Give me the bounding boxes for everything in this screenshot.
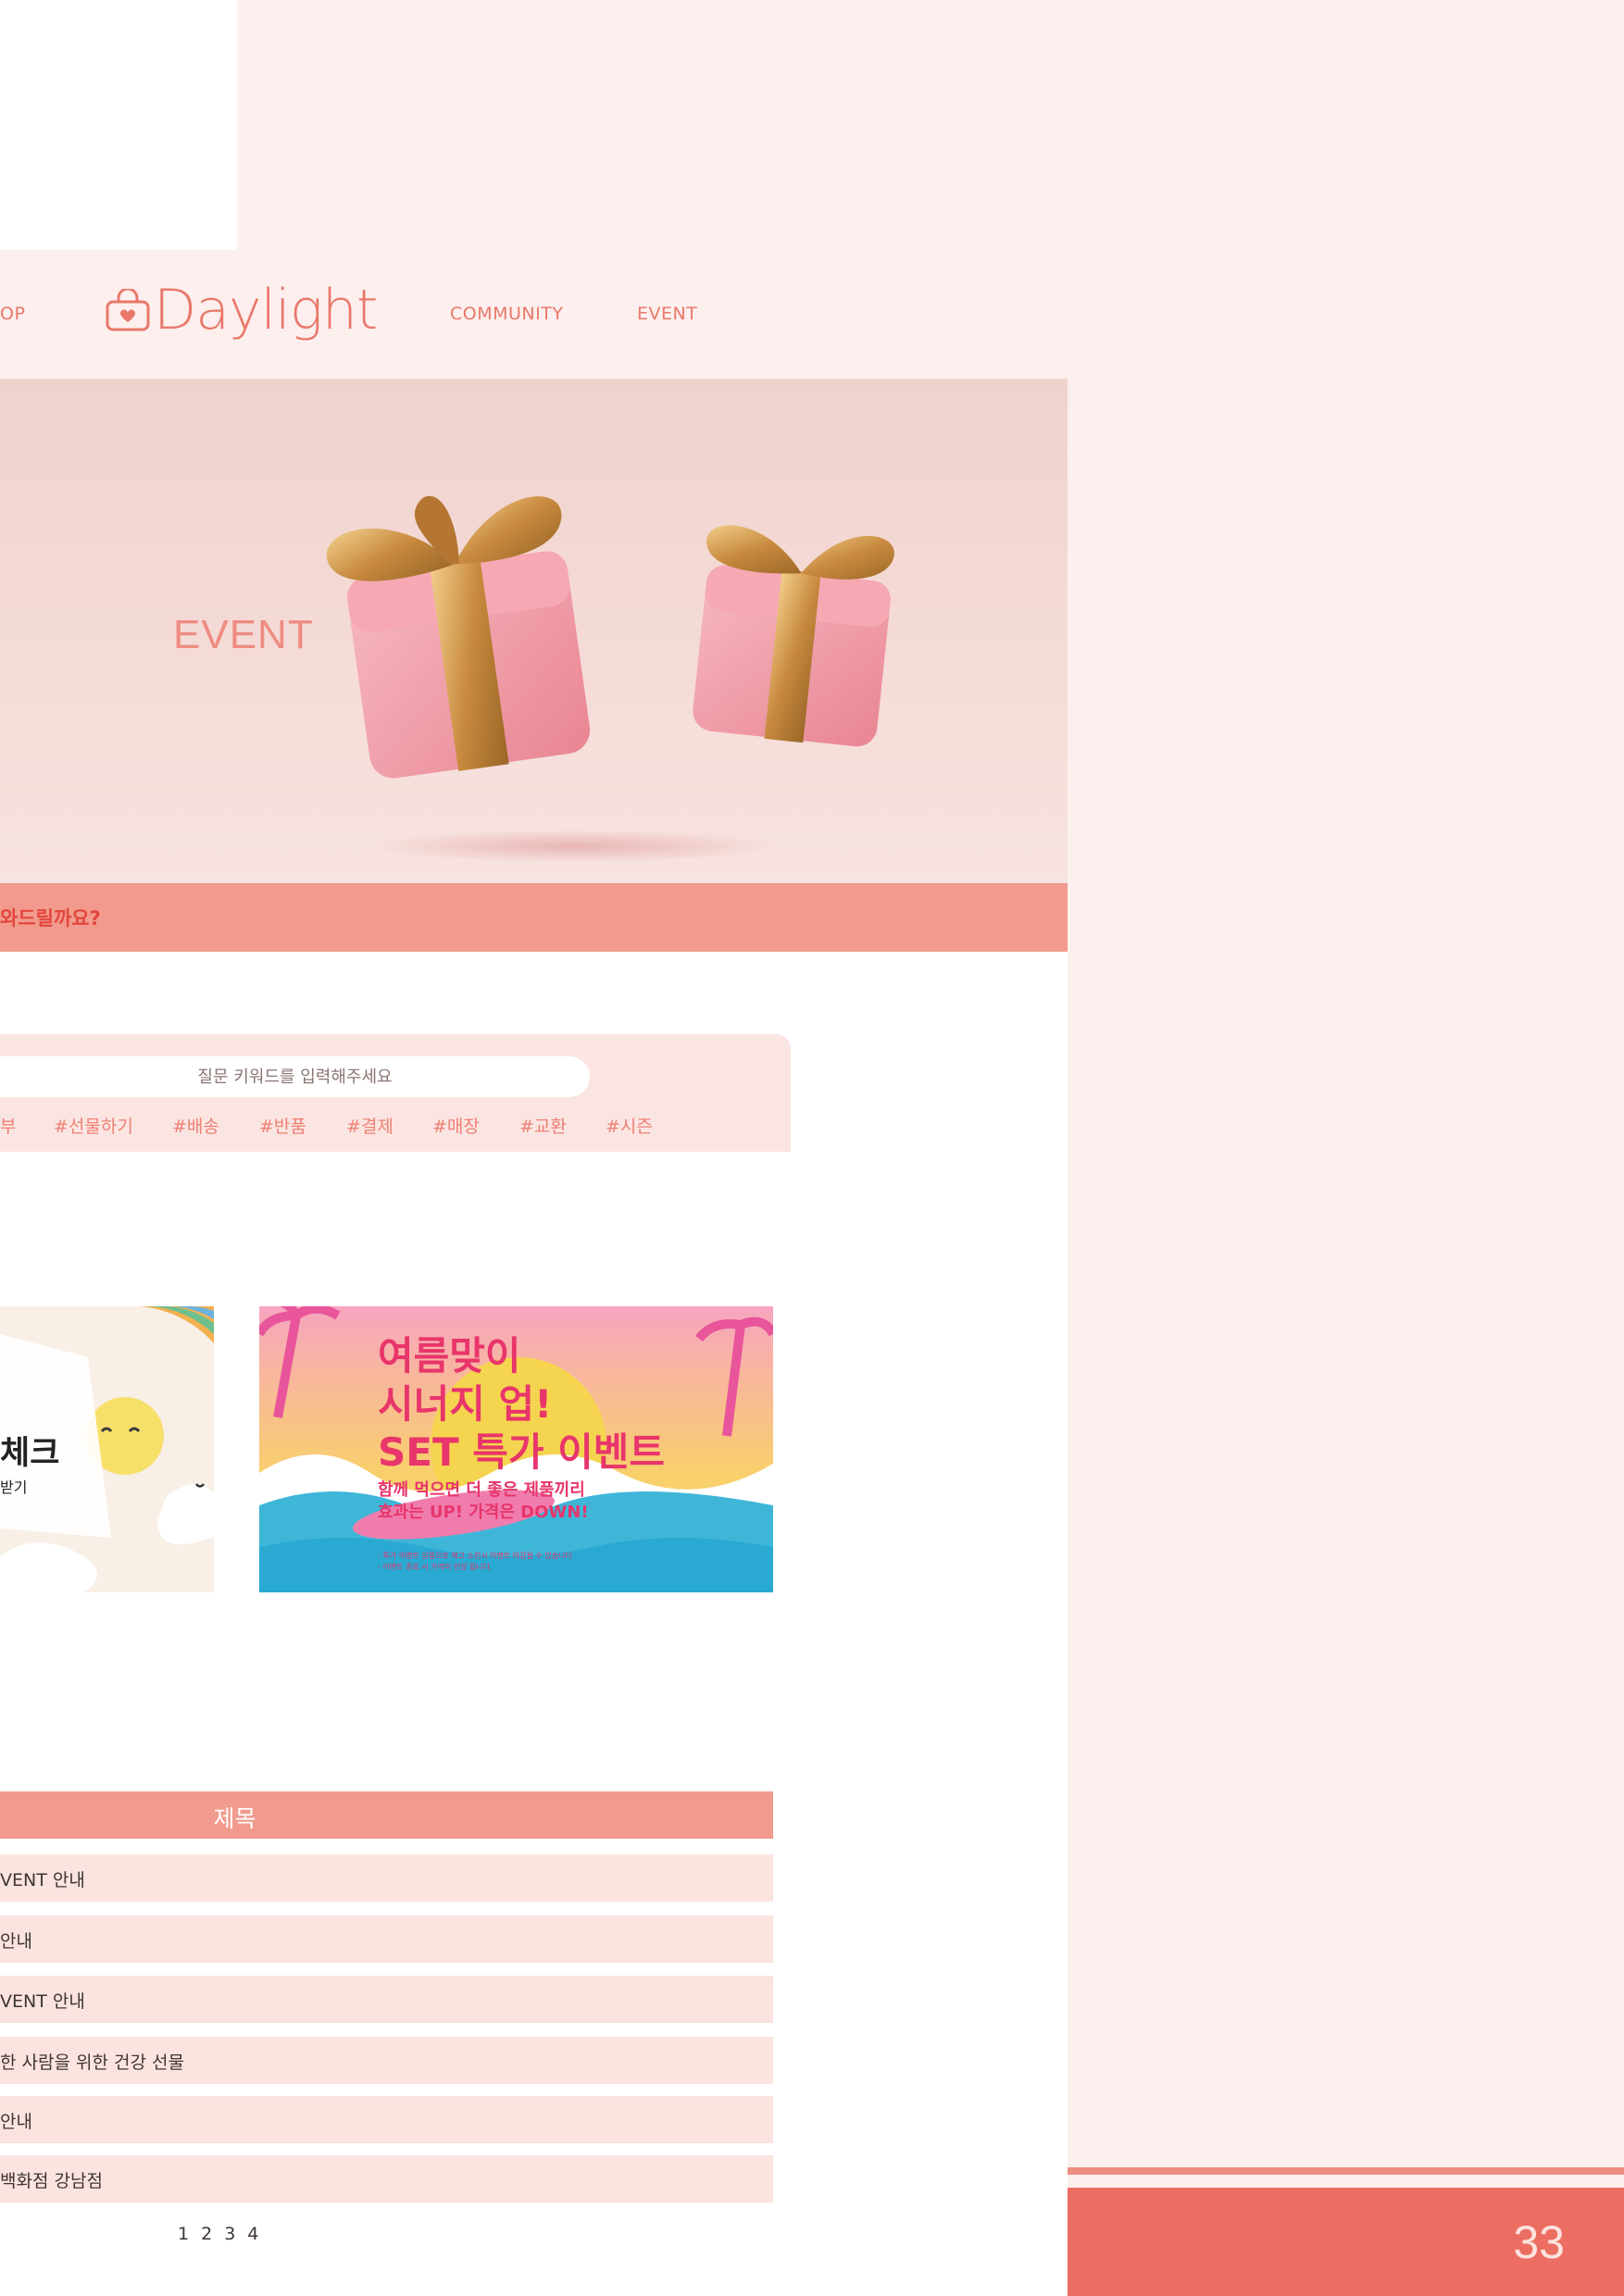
nav-shop[interactable]: OP [0, 304, 25, 324]
row-title: 안내 [0, 2112, 32, 2132]
logo-text: Daylight [154, 278, 378, 343]
nav-community[interactable]: COMMUNITY [450, 304, 563, 324]
banner-fine-1: - 특가 이벤트 상품으로 재고 소진시 이벤트 마감될 수 있습니다 [378, 1552, 572, 1560]
table-row[interactable]: 백화점 강남점 [0, 2155, 773, 2202]
site-logo[interactable]: Daylight [106, 278, 378, 343]
row-title: 한 사람을 위한 건강 선물 [0, 2053, 184, 2073]
tag-item[interactable]: 부 [0, 1113, 16, 1138]
table-row[interactable]: 안내 [0, 1915, 773, 1963]
banner-headline: 체크 [0, 1435, 60, 1472]
gift-boxes-illustration [326, 495, 894, 863]
banner-fine-2: - 이벤트 종료 시 가격이 인상 됩니다. [378, 1563, 493, 1571]
tag-item[interactable]: #교환 [519, 1113, 567, 1138]
tag-item[interactable]: #반품 [259, 1113, 306, 1138]
pagination: 1234 [178, 2224, 270, 2244]
board-table-header: 제목 [0, 1791, 773, 1839]
logo-bag-icon [106, 289, 150, 331]
page-number: 33 [1513, 2216, 1565, 2268]
tag-item[interactable]: #배송 [172, 1113, 219, 1138]
banner-line-3: SET 특가 이벤트 [378, 1429, 666, 1475]
tag-item[interactable]: #선물하기 [54, 1113, 133, 1138]
event-banner-summer-set[interactable]: 여름맞이 시너지 업! SET 특가 이벤트 함께 먹으면 더 좋은 제품끼리 … [259, 1306, 773, 1592]
faq-search-panel: 부 #선물하기 #배송 #반품 #결제 #매장 #교환 #시즌 [0, 1034, 791, 1152]
row-title: VENT 안내 [0, 1991, 85, 2012]
site-header: OP Daylight COMMUNITY EVENT [0, 250, 1068, 380]
tag-item[interactable]: #매장 [432, 1113, 480, 1138]
page-link[interactable]: 3 [224, 2224, 235, 2244]
row-title: 안내 [0, 1931, 32, 1952]
page-link[interactable]: 4 [247, 2224, 258, 2244]
hero-banner: EVENT [0, 379, 1068, 883]
row-title: 백화점 강남점 [0, 2171, 103, 2191]
help-question: 와드릴까요? [0, 907, 101, 930]
tag-item[interactable]: #결제 [346, 1113, 394, 1138]
help-bar: 와드릴까요? [0, 883, 1068, 952]
banner-line-5: 효과는 UP! 가격은 DOWN! [378, 1503, 589, 1522]
table-row[interactable]: 안내 [0, 2096, 773, 2143]
banner-line-4: 함께 먹으면 더 좋은 제품끼리 [378, 1480, 585, 1500]
tag-item[interactable]: #시즌 [606, 1113, 653, 1138]
search-input[interactable] [0, 1056, 590, 1097]
column-title: 제목 [213, 1805, 256, 1832]
table-row[interactable]: VENT 안내 [0, 1976, 773, 2023]
footer-accent-line [1068, 2167, 1624, 2175]
table-row[interactable]: 한 사람을 위한 건강 선물 [0, 2037, 773, 2084]
table-row[interactable]: VENT 안내 [0, 1854, 773, 1902]
row-title: VENT 안내 [0, 1870, 85, 1890]
banner-subtext: 받기 [0, 1479, 28, 1496]
website-mockup: OP Daylight COMMUNITY EVENT EVENT 와드릴까요?… [0, 250, 1068, 2296]
nav-event[interactable]: EVENT [637, 304, 697, 324]
page-link[interactable]: 1 [178, 2224, 189, 2244]
event-banner-attendance[interactable]: 체크 받기 [0, 1306, 214, 1592]
page-link[interactable]: 2 [201, 2224, 212, 2244]
